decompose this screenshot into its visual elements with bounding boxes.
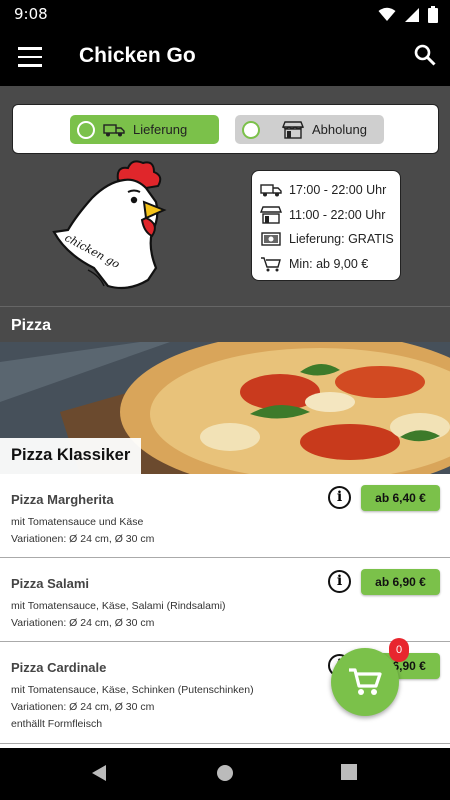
- shopping-cart-icon: [349, 668, 382, 695]
- signal-icon: [405, 7, 419, 22]
- app-bar: Chicken Go: [0, 28, 450, 86]
- product-variations: Variationen: Ø 24 cm, Ø 30 cm: [11, 617, 155, 629]
- shopping-cart-icon: [260, 256, 282, 272]
- app-title: Chicken Go: [79, 44, 196, 67]
- back-icon[interactable]: [90, 764, 108, 782]
- chicken-go-logo: chicken go: [52, 160, 167, 290]
- min-order-row: Min: ab 9,00 €: [260, 252, 400, 277]
- price-button[interactable]: ab 6,40 €: [361, 485, 440, 511]
- delivery-fee-row: Lieferung: GRATIS: [260, 227, 400, 252]
- product-name: Pizza Margherita: [11, 492, 114, 507]
- system-nav-bar: [0, 748, 450, 800]
- search-icon[interactable]: [414, 44, 436, 66]
- restaurant-hero: Lieferung Abholung chicken go 17:00 - 22…: [0, 86, 450, 306]
- status-time: 9:08: [14, 5, 48, 23]
- product-row[interactable]: Pizza Margherita mit Tomatensauce und Kä…: [0, 474, 450, 558]
- delivery-mode-button[interactable]: Lieferung: [70, 115, 219, 144]
- pickup-label: Abholung: [312, 122, 367, 137]
- store-icon: [282, 120, 304, 139]
- product-variations: Variationen: Ø 24 cm, Ø 30 cm: [11, 701, 155, 713]
- price-button[interactable]: ab 6,90 €: [361, 569, 440, 595]
- category-banner[interactable]: Pizza Klassiker: [0, 342, 450, 474]
- info-icon[interactable]: i: [328, 486, 351, 509]
- delivery-hours: 17:00 - 22:00 Uhr: [289, 183, 387, 198]
- pickup-radio[interactable]: [242, 120, 260, 139]
- product-description: mit Tomatensauce und Käse: [11, 516, 144, 528]
- battery-icon: [428, 6, 438, 23]
- pickup-mode-button[interactable]: Abholung: [235, 115, 384, 144]
- home-icon[interactable]: [216, 764, 234, 782]
- cart-count-badge: 0: [389, 638, 409, 662]
- pickup-hours: 11:00 - 22:00 Uhr: [289, 207, 386, 222]
- product-description: mit Tomatensauce, Käse, Salami (Rindsala…: [11, 600, 226, 612]
- money-icon: [260, 232, 282, 246]
- product-name: Pizza Salami: [11, 576, 90, 591]
- store-info-card: 17:00 - 22:00 Uhr 11:00 - 22:00 Uhr Lief…: [251, 170, 401, 281]
- recents-icon[interactable]: [341, 764, 357, 780]
- delivery-hours-row: 17:00 - 22:00 Uhr: [260, 178, 400, 203]
- category-title: Pizza Klassiker: [0, 438, 142, 474]
- delivery-truck-icon: [103, 123, 125, 137]
- store-icon: [260, 206, 282, 224]
- product-row[interactable]: Pizza Salami mit Tomatensauce, Käse, Sal…: [0, 558, 450, 642]
- cart-button[interactable]: [331, 648, 399, 716]
- product-name: Pizza Cardinale: [11, 660, 107, 675]
- product-allergen-note: enthällt Formfleisch: [11, 718, 103, 730]
- pickup-hours-row: 11:00 - 22:00 Uhr: [260, 203, 400, 228]
- product-variations: Variationen: Ø 24 cm, Ø 30 cm: [11, 533, 155, 545]
- menu-icon[interactable]: [18, 47, 42, 67]
- product-description: mit Tomatensauce, Käse, Schinken (Putens…: [11, 684, 254, 696]
- wifi-icon: [378, 7, 396, 21]
- delivery-fee: Lieferung: GRATIS: [289, 232, 394, 247]
- delivery-label: Lieferung: [133, 122, 188, 137]
- order-mode-selector: Lieferung Abholung: [12, 104, 439, 154]
- delivery-truck-icon: [260, 183, 282, 197]
- section-title: Pizza: [0, 306, 450, 342]
- status-bar: 9:08: [0, 0, 450, 28]
- info-icon[interactable]: i: [328, 570, 351, 593]
- delivery-radio[interactable]: [77, 120, 95, 139]
- min-order: Min: ab 9,00 €: [289, 256, 369, 271]
